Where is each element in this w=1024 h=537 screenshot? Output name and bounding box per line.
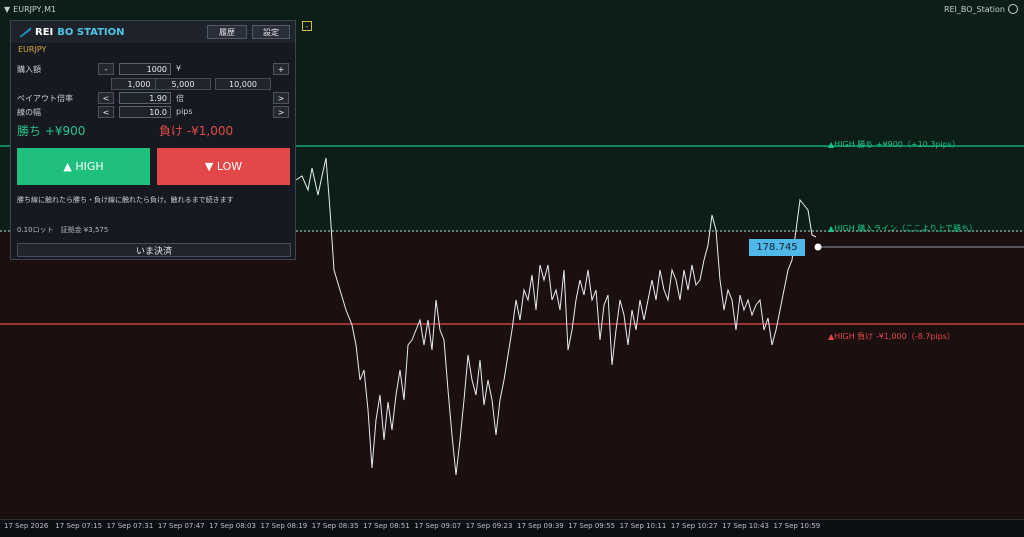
payout-input[interactable]: 1.90 [119, 92, 171, 104]
panel-symbol: EURJPY [18, 45, 47, 54]
price-tag: 178.745 [749, 239, 805, 256]
chart-window: ▼ EURJPY,M1 REI_BO_Station ▲HIGH 勝ち +¥90… [0, 0, 1024, 537]
payout-decrease-button[interactable]: < [98, 92, 114, 104]
current-price-dot [814, 243, 822, 251]
lose-amount: 負け -¥1,000 [159, 124, 234, 138]
time-axis-tick: 17 Sep 09:39 [517, 522, 564, 530]
payout-increase-button[interactable]: > [273, 92, 289, 104]
low-button[interactable]: ▼ LOW [157, 148, 290, 185]
time-axis-tick: 17 Sep 07:47 [157, 522, 205, 530]
time-axis-tick: 17 Sep 09:23 [465, 522, 513, 530]
logo: REI BO STATION [11, 27, 125, 38]
collapse-panel-button[interactable]: - [302, 21, 312, 31]
time-axis-tick: 17 Sep 08:19 [260, 522, 308, 530]
time-axis-tick: 17 Sep 10:27 [670, 522, 718, 530]
high-button[interactable]: ▲ HIGH [17, 148, 150, 185]
history-button[interactable]: 履歴 [207, 25, 247, 39]
line-width-input[interactable]: 10.0 [119, 106, 171, 118]
panel-header: REI BO STATION 履歴 設定 [11, 21, 295, 43]
time-axis-tick: 17 Sep 08:35 [311, 522, 359, 530]
purchase-unit: ¥ [176, 64, 182, 73]
purchase-amount-label: 購入額 [17, 65, 41, 74]
time-axis-tick: 17 Sep 09:07 [414, 522, 462, 530]
time-axis-tick: 17 Sep 07:31 [106, 522, 154, 530]
rule-note: 勝ち線に触れたら勝ち・負け線に触れたら負け。触れるまで続きます [17, 196, 234, 204]
purchase-increase-button[interactable]: + [273, 63, 289, 75]
line-width-increase-button[interactable]: > [273, 106, 289, 118]
win-amount: 勝ち +¥900 [17, 124, 86, 138]
price-line [295, 157, 817, 476]
lot-margin-info: 0.10ロット 証拠金 ¥3,575 [17, 226, 109, 234]
settings-button[interactable]: 設定 [252, 25, 290, 39]
logo-mark-icon [19, 27, 31, 37]
lose-line-label: ▲HIGH 負け -¥1,000（-8.7pips） [828, 332, 955, 341]
settle-now-button[interactable]: いま決済 [17, 243, 291, 257]
time-axis-tick: 17 Sep 07:15 [55, 522, 103, 530]
time-axis-tick: 17 Sep 10:59 [773, 522, 821, 530]
time-axis-tick: 17 Sep 08:03 [209, 522, 256, 530]
line-width-label: 線の幅 [17, 108, 41, 117]
payout-label: ペイアウト倍率 [17, 94, 73, 103]
win-line-label: ▲HIGH 勝ち +¥900（+10.3pips） [828, 140, 960, 149]
trade-panel: REI BO STATION 履歴 設定 EURJPY 購入額 - 1000 ¥… [10, 20, 296, 260]
time-axis-tick: 17 Sep 09:55 [568, 522, 616, 530]
quick-amount-10000[interactable]: 10,000 [215, 78, 271, 90]
time-axis-tick: 17 Sep 10:11 [619, 522, 667, 530]
time-axis-tick: 17 Sep 2026 [4, 522, 49, 530]
time-axis-tick: 17 Sep 08:51 [363, 522, 410, 530]
entry-line-label: ▲HIGH 購入ライン（ここより上で勝ち） [828, 224, 978, 233]
payout-unit: 倍 [176, 94, 184, 103]
line-width-decrease-button[interactable]: < [98, 106, 114, 118]
logo-bo-station: BO STATION [57, 26, 125, 38]
time-axis-tick: 17 Sep 10:43 [722, 522, 769, 530]
purchase-decrease-button[interactable]: - [98, 63, 114, 75]
quick-amount-5000[interactable]: 5,000 [155, 78, 211, 90]
purchase-amount-input[interactable]: 1000 [119, 63, 171, 75]
logo-rei: REI [35, 26, 54, 38]
line-width-unit: pips [176, 107, 193, 116]
